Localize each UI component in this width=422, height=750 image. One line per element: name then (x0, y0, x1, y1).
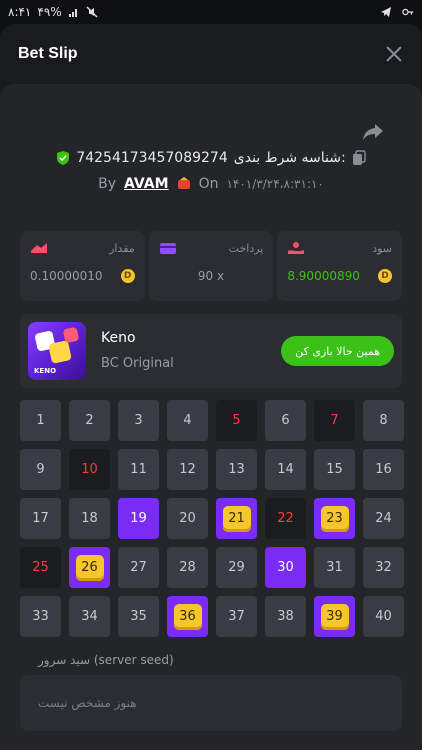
status-left: ۸:۴۱ ۴۹% (8, 5, 98, 19)
bet-slip-sheet: 74254173457089274 شناسه شرط بندی: By AVA… (0, 84, 422, 750)
bet-id-label: شناسه شرط بندی: (233, 150, 346, 166)
vip-badge-icon (177, 177, 190, 189)
bet-date: ۱۴۰۱/۳/۲۴،۸:۳۱:۱۰ (226, 177, 324, 191)
keno-tile: 11 (118, 449, 159, 490)
by-label: By (98, 176, 117, 192)
status-bar: ۸:۴۱ ۴۹% (0, 0, 422, 24)
signal-icon (68, 9, 77, 17)
on-label: On (198, 176, 219, 192)
keno-tile: 38 (265, 596, 306, 637)
keno-thumbnail[interactable]: KENO (28, 322, 86, 380)
verified-shield-icon (57, 151, 70, 165)
keno-tile: 1 (20, 400, 61, 441)
coin-icon: D (120, 269, 135, 283)
bet-id-row: 74254173457089274 شناسه شرط بندی: (0, 150, 422, 166)
bet-stats: مقدار 0.10000010 D پرداخت 90 x سود 8.900… (20, 231, 403, 301)
username-link[interactable]: AVAM (124, 176, 169, 192)
game-card: KENO Keno BC Original همین حالا بازی کن (20, 314, 402, 388)
keno-tile: 13 (216, 449, 257, 490)
status-battery: ۴۹% (37, 5, 62, 19)
keno-tile: 3 (118, 400, 159, 441)
keno-tile: 12 (167, 449, 208, 490)
keno-tile: 33 (20, 596, 61, 637)
keno-tile: 20 (167, 498, 208, 539)
copy-icon[interactable] (352, 150, 366, 166)
stat-amount: مقدار 0.10000010 D (20, 231, 145, 301)
keno-tile: 6 (265, 400, 306, 441)
stat-profit: سود 8.90000890 D (277, 231, 403, 301)
bet-details-card: 74254173457089274 شناسه شرط بندی: By AVA… (0, 84, 422, 750)
profit-hand-icon (288, 242, 305, 254)
keno-tile-picked: 19 (118, 498, 159, 539)
keno-tile: 8 (363, 400, 404, 441)
keno-tile-picked: 30 (265, 547, 306, 588)
game-name: Keno (101, 330, 136, 346)
keno-tile: 29 (216, 547, 257, 588)
keno-tile-hit: 23 (314, 498, 355, 539)
keno-tile-number: 36 (173, 603, 202, 630)
keno-tile: 40 (363, 596, 404, 637)
key-icon (402, 8, 414, 16)
keno-tile: 16 (363, 449, 404, 490)
close-icon[interactable] (384, 44, 404, 64)
server-seed-label: سید سرور (server seed) (38, 653, 174, 667)
mute-icon (86, 6, 98, 18)
keno-tile-hit: 21 (216, 498, 257, 539)
status-right (380, 6, 414, 18)
keno-tile-number: 39 (320, 603, 349, 630)
share-icon[interactable] (362, 122, 384, 142)
keno-tile-drawn: 7 (314, 400, 355, 441)
keno-tile: 37 (216, 596, 257, 637)
keno-tile-number: 26 (75, 554, 104, 581)
play-now-button[interactable]: همین حالا بازی کن (281, 336, 394, 366)
keno-tile: 9 (20, 449, 61, 490)
stat-payout-value: 90 x (197, 269, 225, 283)
keno-tile-drawn: 10 (69, 449, 110, 490)
keno-tile-number: 21 (222, 505, 251, 532)
server-seed-field[interactable]: هنوز مشخص نیست (20, 675, 402, 731)
keno-tile-drawn: 22 (265, 498, 306, 539)
keno-tile-hit: 26 (69, 547, 110, 588)
keno-tile-drawn: 25 (20, 547, 61, 588)
keno-tile-drawn: 5 (216, 400, 257, 441)
bet-byline: By AVAM On ۱۴۰۱/۳/۲۴،۸:۳۱:۱۰ (0, 176, 422, 192)
keno-tile: 18 (69, 498, 110, 539)
bet-amount-icon (31, 243, 47, 253)
coin-icon: D (378, 269, 393, 283)
keno-tile: 31 (314, 547, 355, 588)
bet-slip-header: Bet Slip (0, 24, 422, 84)
bet-id-value: 74254173457089274 (76, 150, 228, 166)
game-subtitle: BC Original (101, 356, 174, 371)
keno-tile: 35 (118, 596, 159, 637)
keno-tile: 14 (265, 449, 306, 490)
page-title: Bet Slip (18, 45, 78, 62)
payout-card-icon (159, 243, 176, 254)
status-time: ۸:۴۱ (8, 5, 32, 19)
telegram-icon (381, 7, 391, 17)
keno-tile-hit: 36 (167, 596, 208, 637)
keno-tile-number: 23 (320, 505, 349, 532)
stat-payout-label: پرداخت (228, 241, 264, 255)
stat-profit-value: 8.90000890 (287, 269, 360, 283)
keno-tile: 17 (20, 498, 61, 539)
stat-profit-label: سود (372, 241, 393, 255)
thumb-label: KENO (34, 367, 57, 375)
keno-tile: 2 (69, 400, 110, 441)
keno-tile: 32 (363, 547, 404, 588)
keno-tile: 24 (363, 498, 404, 539)
keno-tile: 34 (69, 596, 110, 637)
stat-payout: پرداخت 90 x (148, 231, 274, 301)
keno-tile-hit: 39 (314, 596, 355, 637)
keno-tile: 27 (118, 547, 159, 588)
stat-amount-value: 0.10000010 (30, 269, 103, 283)
keno-tile: 15 (314, 449, 355, 490)
keno-tile: 28 (167, 547, 208, 588)
keno-board: 1 2 3 4 5 6 7 8 9 10 11 12 13 14 15 16 17 18 19 20 21 22 23 24 2… (20, 400, 404, 637)
keno-tile: 4 (167, 400, 208, 441)
stat-amount-label: مقدار (109, 241, 135, 255)
